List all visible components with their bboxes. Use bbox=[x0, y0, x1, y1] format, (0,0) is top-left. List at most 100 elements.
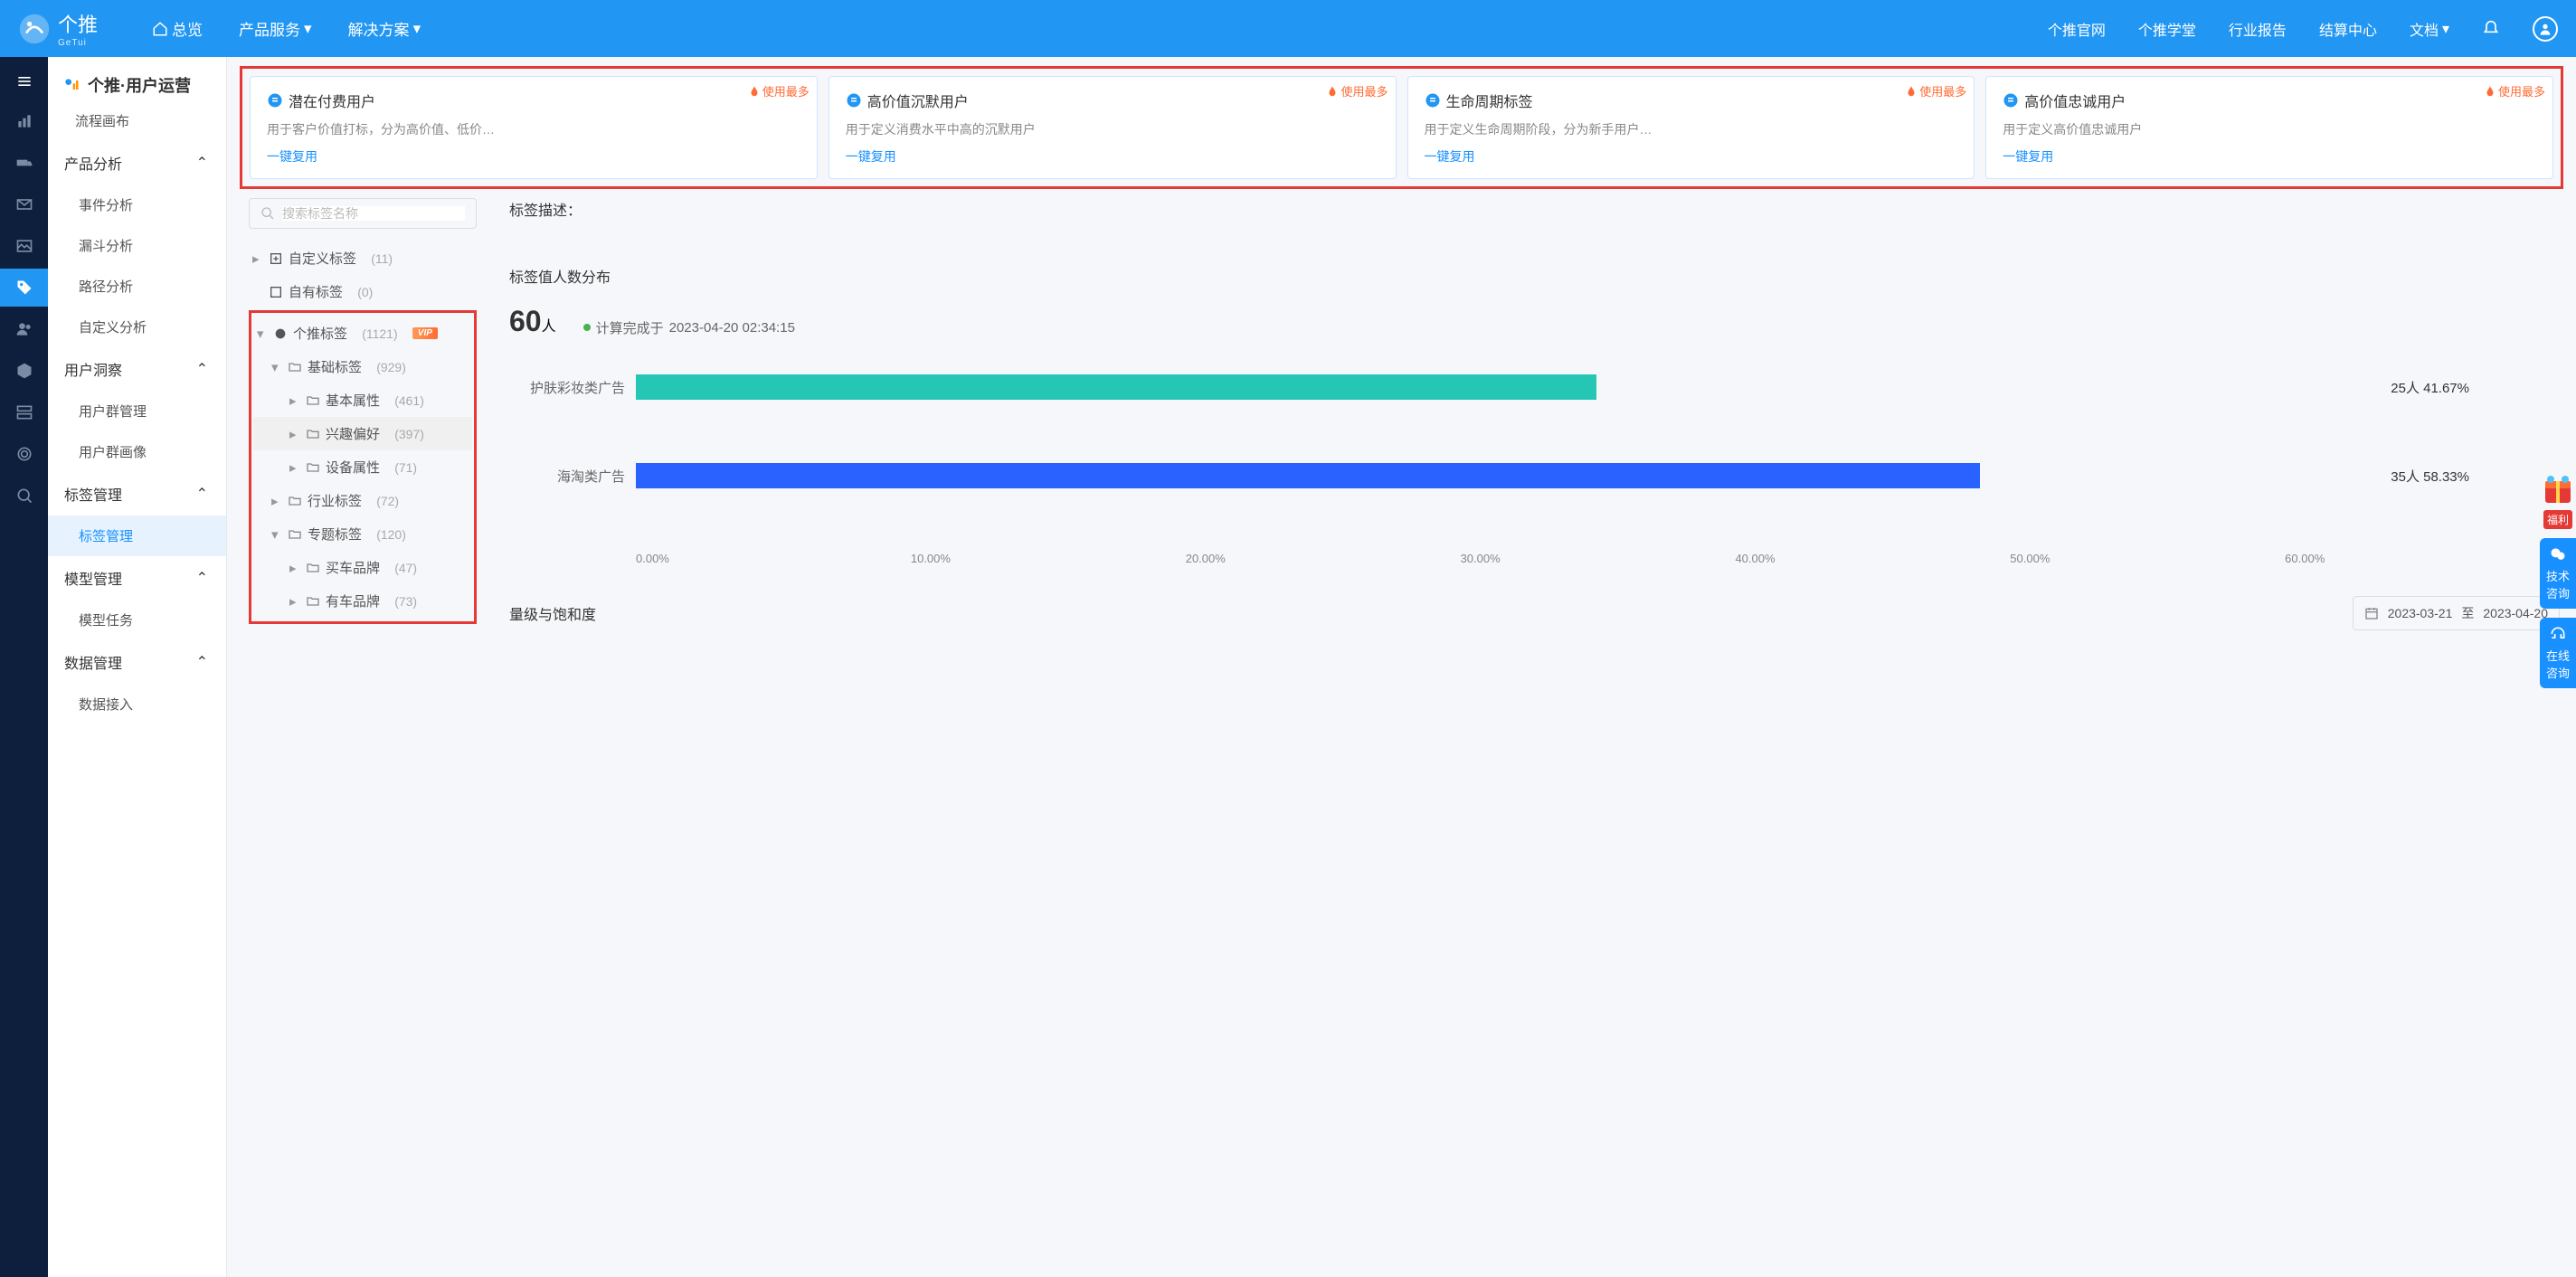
tree-own-tags[interactable]: 自有标签 (0) bbox=[249, 275, 477, 308]
date-range-picker[interactable]: 2023-03-21 至 2023-04-20 bbox=[2353, 596, 2560, 630]
sidebar-title: 个推·用户运营 bbox=[48, 57, 226, 109]
nav-model-task[interactable]: 模型任务 bbox=[48, 600, 226, 640]
list-icon bbox=[267, 92, 283, 109]
online-consult-button[interactable]: 在线咨询 bbox=[2540, 618, 2576, 688]
mail-icon bbox=[15, 195, 33, 213]
tree-industry-tags[interactable]: ▸行业标签 (72) bbox=[253, 484, 472, 517]
link-report[interactable]: 行业报告 bbox=[2229, 18, 2287, 40]
rail-analytics[interactable] bbox=[0, 102, 48, 140]
rail-fingerprint[interactable] bbox=[0, 435, 48, 473]
tech-consult-button[interactable]: 技术咨询 bbox=[2540, 538, 2576, 609]
wechat-icon bbox=[2549, 545, 2567, 563]
nav-overview[interactable]: 总览 bbox=[152, 17, 203, 40]
home-icon bbox=[152, 21, 168, 37]
list-icon bbox=[846, 92, 862, 109]
chart-panel: 标签描述： 标签值人数分布 60人 计算完成于 2023-04-20 02:34… bbox=[482, 198, 2560, 630]
tag-tree-panel: ▸自定义标签 (11) 自有标签 (0) ▾个推标签 (1121) VIP ▾基… bbox=[243, 198, 482, 630]
tree-custom-tags[interactable]: ▸自定义标签 (11) bbox=[249, 241, 477, 275]
search-icon bbox=[260, 206, 275, 221]
nav-group-model[interactable]: 模型管理⌃ bbox=[48, 556, 226, 600]
bar-chart: 护肤彩妆类广告 25人 41.67% 海淘类广告 35人 58.33% 0.00… bbox=[509, 374, 2560, 565]
analytics-icon bbox=[15, 112, 33, 130]
rail-box[interactable] bbox=[0, 352, 48, 390]
nav-group-product[interactable]: 产品分析⌃ bbox=[48, 141, 226, 184]
nav-group-insight[interactable]: 用户洞察⌃ bbox=[48, 347, 226, 391]
copy-link[interactable]: 一键复用 bbox=[2003, 147, 2536, 166]
total-count: 60 bbox=[509, 305, 542, 338]
copy-link[interactable]: 一键复用 bbox=[846, 147, 1379, 166]
nav-group-data[interactable]: 数据管理⌃ bbox=[48, 640, 226, 684]
chevron-up-icon: ⌃ bbox=[196, 485, 208, 503]
hot-badge: 使用最多 bbox=[748, 82, 810, 99]
logo-text: 个推 bbox=[58, 9, 98, 38]
nav-tag-mgmt[interactable]: 标签管理 bbox=[48, 516, 226, 556]
nav-event-analysis[interactable]: 事件分析 bbox=[48, 184, 226, 225]
logo[interactable]: 个推 GeTui bbox=[18, 9, 98, 48]
menu-icon bbox=[15, 72, 33, 90]
sidebar: 个推·用户运营 流程画布 产品分析⌃ 事件分析 漏斗分析 路径分析 自定义分析 … bbox=[48, 57, 227, 1277]
nav-path-analysis[interactable]: 路径分析 bbox=[48, 266, 226, 307]
rail-delivery[interactable] bbox=[0, 144, 48, 182]
rail-search[interactable] bbox=[0, 477, 48, 515]
tag-search[interactable] bbox=[249, 198, 477, 229]
top-header: 个推 GeTui 总览 产品服务 ▾ 解决方案 ▾ 个推官网 个推学堂 行业报告… bbox=[0, 0, 2576, 57]
link-settlement[interactable]: 结算中心 bbox=[2319, 18, 2377, 40]
hot-badge: 使用最多 bbox=[1905, 82, 1966, 99]
chevron-up-icon: ⌃ bbox=[196, 569, 208, 587]
flame-icon bbox=[1326, 85, 1339, 98]
nav-data-ingest[interactable]: 数据接入 bbox=[48, 684, 226, 724]
nav-products[interactable]: 产品服务 ▾ bbox=[239, 17, 312, 40]
hot-card-lifecycle[interactable]: 使用最多 生命周期标签 用于定义生命周期阶段，分为新手用户… 一键复用 bbox=[1407, 76, 1975, 179]
folder-icon bbox=[288, 360, 302, 374]
tree-basic-attr[interactable]: ▸基本属性 (461) bbox=[253, 383, 472, 417]
nav-user-group-mgmt[interactable]: 用户群管理 bbox=[48, 391, 226, 431]
tree-topic-tags[interactable]: ▾专题标签 (120) bbox=[253, 517, 472, 551]
folder-icon bbox=[306, 393, 320, 408]
bell-icon bbox=[2482, 20, 2500, 38]
folder-icon bbox=[306, 460, 320, 475]
caret-down-icon: ▾ bbox=[257, 326, 268, 342]
nav-solutions[interactable]: 解决方案 ▾ bbox=[348, 17, 421, 40]
tree-interest[interactable]: ▸兴趣偏好 (397) bbox=[253, 417, 472, 450]
user-ops-icon bbox=[62, 76, 80, 94]
rail-tag[interactable] bbox=[0, 269, 48, 307]
fingerprint-icon bbox=[15, 445, 33, 463]
nav-user-portrait[interactable]: 用户群画像 bbox=[48, 431, 226, 472]
nav-flow-canvas[interactable]: 流程画布 bbox=[48, 109, 226, 141]
notification-bell[interactable] bbox=[2482, 20, 2500, 38]
copy-link[interactable]: 一键复用 bbox=[267, 147, 800, 166]
folder-icon bbox=[288, 527, 302, 542]
link-docs[interactable]: 文档 ▾ bbox=[2410, 18, 2449, 40]
bar-row-overseas: 海淘类广告 35人 58.33% bbox=[509, 463, 2560, 488]
tag-search-input[interactable] bbox=[282, 206, 465, 221]
tree-buy-car[interactable]: ▸买车品牌 (47) bbox=[253, 551, 472, 584]
bar-row-skincare: 护肤彩妆类广告 25人 41.67% bbox=[509, 374, 2560, 400]
float-buttons: 福利 技术咨询 在线咨询 bbox=[2540, 470, 2576, 688]
rail-server[interactable] bbox=[0, 393, 48, 431]
tree-getui-tags[interactable]: ▾个推标签 (1121) VIP bbox=[253, 317, 472, 350]
tree-own-car[interactable]: ▸有车品牌 (73) bbox=[253, 584, 472, 618]
rail-image[interactable] bbox=[0, 227, 48, 265]
welfare-button[interactable]: 福利 bbox=[2540, 470, 2576, 529]
nav-group-tag[interactable]: 标签管理⌃ bbox=[48, 472, 226, 516]
tree-device[interactable]: ▸设备属性 (71) bbox=[253, 450, 472, 484]
hot-card-high-value-loyal[interactable]: 使用最多 高价值忠诚用户 用于定义高价值忠诚用户 一键复用 bbox=[1985, 76, 2553, 179]
chevron-up-icon: ⌃ bbox=[196, 653, 208, 671]
link-school[interactable]: 个推学堂 bbox=[2138, 18, 2196, 40]
tree-basic-tags[interactable]: ▾基础标签 (929) bbox=[253, 350, 472, 383]
rail-users[interactable] bbox=[0, 310, 48, 348]
hamburger-toggle[interactable] bbox=[0, 64, 48, 99]
link-official[interactable]: 个推官网 bbox=[2048, 18, 2106, 40]
rail-mail[interactable] bbox=[0, 185, 48, 223]
copy-link[interactable]: 一键复用 bbox=[1425, 147, 1958, 166]
bar-fill bbox=[636, 463, 1980, 488]
hot-card-high-value-silent[interactable]: 使用最多 高价值沉默用户 用于定义消费水平中高的沉默用户 一键复用 bbox=[829, 76, 1397, 179]
caret-right-icon: ▸ bbox=[289, 593, 300, 610]
nav-funnel-analysis[interactable]: 漏斗分析 bbox=[48, 225, 226, 266]
chevron-down-icon: ▾ bbox=[413, 20, 421, 38]
hot-card-potential-paying[interactable]: 使用最多 潜在付费用户 用于客户价值打标，分为高价值、低价… 一键复用 bbox=[250, 76, 818, 179]
chevron-down-icon: ▾ bbox=[2442, 20, 2449, 38]
user-avatar[interactable] bbox=[2533, 16, 2558, 42]
truck-icon bbox=[15, 154, 33, 172]
nav-custom-analysis[interactable]: 自定义分析 bbox=[48, 307, 226, 347]
